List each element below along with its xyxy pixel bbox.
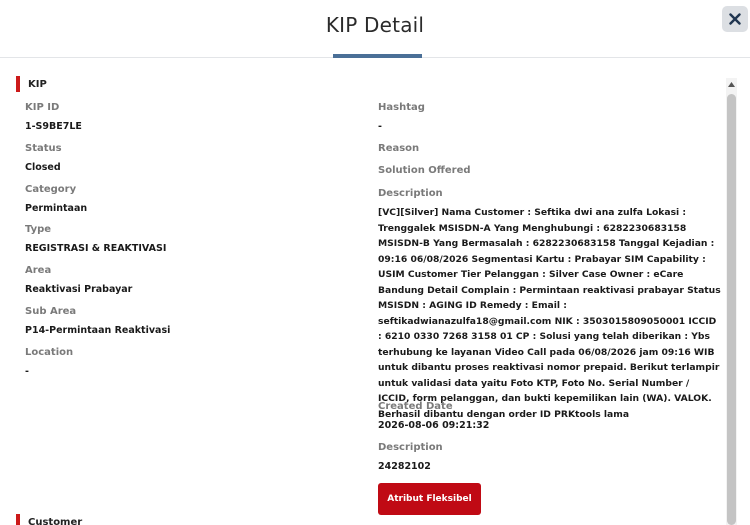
field-reason: Reason	[378, 143, 708, 155]
field-kip-id: KIP ID 1-S9BE7LE	[25, 102, 355, 133]
modal-header: KIP Detail	[0, 0, 750, 58]
field-status: Status Closed	[25, 143, 355, 174]
description-text: [VC][Silver] Nama Customer : Seftika dwi…	[378, 207, 721, 420]
title-underline	[333, 54, 422, 58]
field-value: -	[378, 121, 382, 132]
section-kip-header: KIP	[16, 76, 47, 92]
modal-content: KIP KIP ID 1-S9BE7LE Status Closed Categ…	[0, 59, 722, 525]
field-label: Area	[25, 265, 52, 276]
field-label: Type	[25, 224, 52, 235]
field-value: Reaktivasi Prabayar	[25, 284, 133, 295]
field-category: Category Permintaan	[25, 184, 355, 215]
field-description-2: Description 24282102	[378, 442, 708, 473]
section-customer-label: Customer	[28, 516, 83, 525]
field-label: Description	[378, 442, 443, 453]
field-type: Type REGISTRASI & REAKTIVASI	[25, 224, 355, 255]
field-hashtag: Hashtag -	[378, 102, 708, 133]
field-value: 2026-08-06 09:21:32	[378, 420, 490, 431]
field-value: 1-S9BE7LE	[25, 121, 82, 132]
field-label: Description	[378, 188, 443, 199]
field-value: Closed	[25, 162, 61, 173]
atribut-fleksibel-button[interactable]: Atribut Fleksibel	[378, 483, 481, 515]
field-label: Category	[25, 184, 77, 195]
scrollbar-thumb[interactable]	[727, 94, 736, 525]
scroll-up-arrow-icon[interactable]	[726, 78, 737, 90]
kip-detail-modal: KIP Detail KIP KIP ID 1-S9BE7LE Status C…	[0, 0, 750, 525]
field-label: Solution Offered	[378, 165, 471, 176]
field-label: Reason	[378, 143, 420, 154]
field-description: Description [VC][Silver] Nama Customer :…	[378, 188, 722, 422]
field-location: Location -	[25, 347, 355, 378]
close-icon	[729, 13, 741, 25]
section-customer-header: Customer	[16, 514, 82, 525]
section-kip-label: KIP	[28, 78, 47, 90]
section-marker	[16, 514, 20, 525]
field-label: KIP ID	[25, 102, 60, 113]
vertical-scrollbar[interactable]	[726, 78, 737, 525]
field-value: Permintaan	[25, 203, 88, 214]
section-marker	[16, 76, 20, 92]
modal-title: KIP Detail	[325, 13, 425, 37]
field-value: REGISTRASI & REAKTIVASI	[25, 243, 167, 254]
field-solution-offered: Solution Offered	[378, 165, 708, 177]
field-sub-area: Sub Area P14-Permintaan Reaktivasi	[25, 306, 355, 337]
field-value: -	[25, 366, 29, 377]
field-label: Created Date	[378, 401, 453, 412]
field-created-date: Created Date 2026-08-06 09:21:32	[378, 401, 708, 432]
field-area: Area Reaktivasi Prabayar	[25, 265, 355, 296]
field-value: P14-Permintaan Reaktivasi	[25, 325, 171, 336]
field-label: Hashtag	[378, 102, 425, 113]
field-label: Status	[25, 143, 62, 154]
field-label: Location	[25, 347, 74, 358]
close-button[interactable]	[722, 6, 748, 32]
field-value: 24282102	[378, 461, 431, 472]
field-label: Sub Area	[25, 306, 77, 317]
